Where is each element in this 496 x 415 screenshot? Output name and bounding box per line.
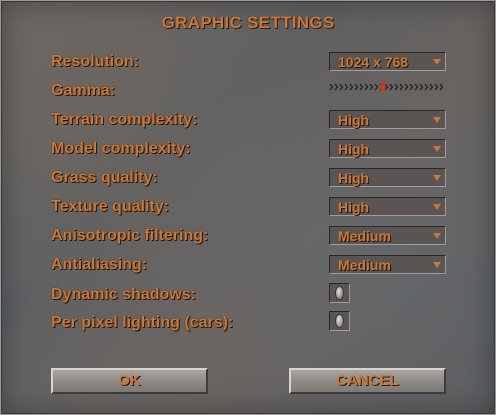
per-pixel-lighting-checkbox[interactable]: [329, 311, 350, 331]
chevron-down-icon: [431, 140, 445, 157]
graphic-settings-dialog: GRAPHIC SETTINGS Resolution: 1024 x 768 …: [0, 0, 496, 415]
checkbox-icon: [336, 315, 343, 327]
terrain-complexity-select[interactable]: High: [329, 110, 446, 129]
resolution-value: 1024 x 768: [338, 54, 409, 70]
gamma-slider-track: [329, 82, 444, 91]
checkbox-icon: [336, 287, 343, 299]
texture-quality-value: High: [338, 199, 370, 215]
resolution-select[interactable]: 1024 x 768: [329, 52, 446, 71]
texture-quality-label: Texture quality:: [51, 198, 169, 215]
dialog-title: GRAPHIC SETTINGS: [161, 13, 335, 32]
resolution-label: Resolution:: [51, 53, 139, 70]
chevron-down-icon: [431, 198, 445, 215]
antialiasing-label: Antialiasing:: [51, 256, 148, 273]
chevron-down-icon: [431, 169, 445, 186]
anisotropic-filtering-select[interactable]: Medium: [329, 226, 446, 245]
gamma-label: Gamma:: [51, 82, 116, 99]
grass-quality-select[interactable]: High: [329, 168, 446, 187]
chevron-down-icon: [431, 53, 445, 70]
grass-quality-value: High: [338, 170, 370, 186]
chevron-down-icon: [431, 227, 445, 244]
cancel-button[interactable]: CANCEL: [289, 368, 446, 394]
gamma-slider-thumb[interactable]: [380, 82, 386, 91]
terrain-complexity-label: Terrain complexity:: [51, 111, 198, 128]
ok-button[interactable]: OK: [51, 368, 208, 394]
anisotropic-filtering-value: Medium: [338, 228, 391, 244]
chevron-down-icon: [431, 256, 445, 273]
gamma-slider[interactable]: [329, 82, 446, 92]
model-complexity-select[interactable]: High: [329, 139, 446, 158]
dynamic-shadows-checkbox[interactable]: [329, 283, 350, 303]
model-complexity-value: High: [338, 141, 370, 157]
anisotropic-filtering-label: Anisotropic filtering:: [51, 227, 209, 244]
chevron-down-icon: [431, 111, 445, 128]
antialiasing-select[interactable]: Medium: [329, 255, 446, 274]
terrain-complexity-value: High: [338, 112, 370, 128]
grass-quality-label: Grass quality:: [51, 169, 158, 186]
per-pixel-lighting-label: Per pixel lighting (cars):: [51, 314, 234, 331]
model-complexity-label: Model complexity:: [51, 140, 191, 157]
antialiasing-value: Medium: [338, 257, 391, 273]
dynamic-shadows-label: Dynamic shadows:: [51, 286, 196, 303]
texture-quality-select[interactable]: High: [329, 197, 446, 216]
